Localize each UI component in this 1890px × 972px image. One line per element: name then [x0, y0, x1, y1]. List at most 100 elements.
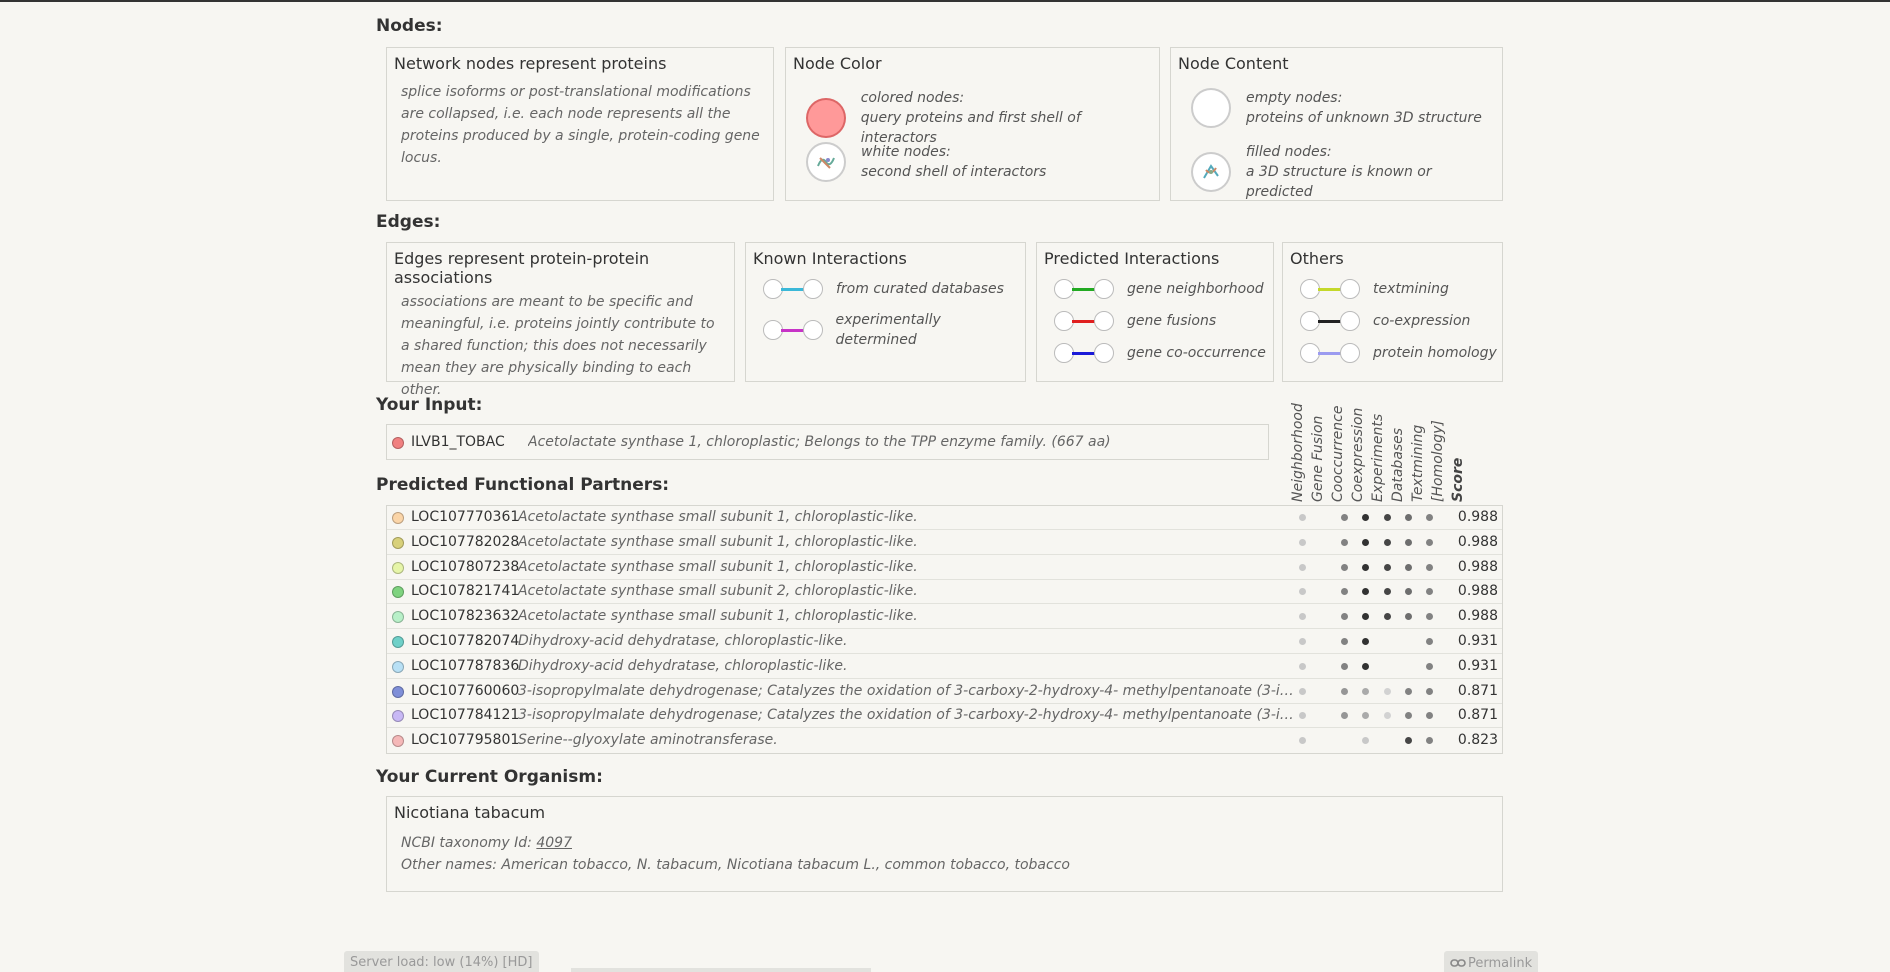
evidence-dot: [1341, 712, 1348, 720]
curated-edge-icon: [763, 278, 823, 300]
partner-row[interactable]: LOC107782028 Acetolactate synthase small …: [387, 531, 1502, 555]
footer-bar: [571, 968, 871, 972]
evidence-dot: [1341, 687, 1348, 695]
partner-score: 0.988: [1457, 509, 1498, 525]
column-header: Textmining: [1410, 424, 1426, 502]
evidence-dot: [1362, 563, 1369, 571]
nodes-info-text: splice isoforms or post-translational mo…: [401, 84, 760, 166]
evidence-dot: [1426, 538, 1433, 546]
partner-score: 0.871: [1457, 682, 1498, 699]
partner-name[interactable]: LOC107770361: [411, 509, 519, 525]
neighborhood-edge-icon: [1054, 278, 1114, 300]
edge-experimentally-determined: experimentally determined: [763, 310, 1025, 350]
other-interactions-title: Others: [1290, 249, 1344, 268]
partner-name[interactable]: LOC107795801: [411, 732, 519, 748]
node-color-colored: colored nodes: query proteins and first …: [806, 88, 1159, 148]
partner-row[interactable]: LOC107807238 Acetolactate synthase small …: [387, 556, 1502, 580]
nodes-info-box: Network nodes represent proteins splice …: [386, 47, 774, 201]
partner-row[interactable]: LOC107795801 Serine--glyoxylate aminotran…: [387, 729, 1502, 753]
edge-curated-databases: from curated databases: [763, 278, 1004, 300]
white-node-icon: [806, 142, 846, 182]
evidence-dot: [1384, 712, 1391, 720]
partner-row[interactable]: LOC107823632 Acetolactate synthase small …: [387, 605, 1502, 630]
evidence-dot: [1362, 613, 1369, 621]
input-protein-row[interactable]: ILVB1_TOBAC Acetolactate synthase 1, chl…: [386, 424, 1269, 460]
experimental-edge-icon: [763, 319, 823, 341]
partner-name[interactable]: LOC107787836: [411, 658, 519, 674]
organism-details: NCBI taxonomy Id: 4097 Other names: Amer…: [387, 822, 1502, 876]
gene-fusions-label: gene fusions: [1127, 313, 1217, 329]
partner-name[interactable]: LOC107760060: [411, 683, 519, 699]
input-protein-name[interactable]: ILVB1_TOBAC: [411, 434, 505, 450]
partner-desc: Acetolactate synthase small subunit 1, c…: [518, 558, 918, 575]
predicted-interactions-box: Predicted Interactions gene neighborhood…: [1036, 242, 1274, 382]
link-icon: [1450, 959, 1466, 967]
homology-edge-icon: [1300, 342, 1360, 364]
partner-row[interactable]: LOC107760060 3-isopropylmalate dehydrogen…: [387, 680, 1502, 704]
evidence-dot: [1299, 638, 1306, 645]
partner-dot: [392, 685, 404, 698]
partner-desc: Acetolactate synthase small subunit 1, c…: [518, 608, 918, 625]
evidence-dot: [1299, 662, 1306, 670]
evidence-dot: [1341, 563, 1348, 571]
evidence-dot: [1362, 662, 1369, 670]
fusion-edge-icon: [1054, 310, 1114, 332]
filled-nodes-desc: a 3D structure is known or predicted: [1245, 164, 1432, 200]
edges-heading: Edges:: [376, 212, 441, 232]
permalink-button[interactable]: Permalink: [1444, 951, 1539, 972]
node-content-filled: filled nodes: a 3D structure is known or…: [1191, 142, 1502, 202]
partner-dot: [392, 735, 404, 748]
partner-row[interactable]: LOC107787836 Dihydroxy-acid dehydratase, …: [387, 655, 1502, 679]
empty-nodes-desc: proteins of unknown 3D structure: [1246, 110, 1482, 126]
partner-row[interactable]: LOC107784121 3-isopropylmalate dehydrogen…: [387, 704, 1502, 729]
evidence-dot: [1405, 538, 1412, 546]
gene-neighborhood-label: gene neighborhood: [1127, 281, 1264, 297]
colored-node-icon: [806, 98, 846, 138]
evidence-dot: [1299, 737, 1306, 745]
partner-name[interactable]: LOC107807238: [411, 559, 519, 575]
partner-score: 0.988: [1457, 533, 1498, 550]
partner-name[interactable]: LOC107784121: [411, 707, 519, 723]
partner-desc: Acetolactate synthase small subunit 1, c…: [518, 533, 918, 550]
nodes-info-title: Network nodes represent proteins: [394, 54, 667, 73]
partner-name[interactable]: LOC107823632: [411, 608, 519, 624]
evidence-dot: [1405, 687, 1412, 695]
partner-score: 0.988: [1457, 608, 1498, 625]
textmining-edge-icon: [1300, 278, 1360, 300]
partner-desc: Dihydroxy-acid dehydratase, chloroplasti…: [518, 633, 848, 649]
edge-gene-fusions: gene fusions: [1054, 310, 1216, 332]
partner-name[interactable]: LOC107782074: [411, 633, 519, 649]
partner-row[interactable]: LOC107821741 Acetolactate synthase small …: [387, 580, 1502, 605]
white-nodes-desc: second shell of interactors: [861, 164, 1047, 180]
evidence-dot: [1426, 662, 1433, 670]
evidence-dot: [1299, 538, 1306, 546]
partner-name[interactable]: LOC107821741: [411, 583, 519, 599]
partner-name[interactable]: LOC107782028: [411, 534, 519, 550]
filled-nodes-label: filled nodes:: [1245, 144, 1332, 160]
known-interactions-box: Known Interactions from curated database…: [745, 242, 1026, 382]
evidence-dot: [1341, 514, 1348, 521]
partner-dot: [392, 660, 404, 673]
evidence-dot: [1299, 588, 1306, 596]
input-protein-desc: Acetolactate synthase 1, chloroplastic; …: [528, 434, 1111, 450]
partners-table: LOC107770361 Acetolactate synthase small …: [386, 505, 1503, 754]
evidence-dot: [1384, 687, 1391, 695]
edge-gene-neighborhood: gene neighborhood: [1054, 278, 1264, 300]
evidence-dot: [1362, 588, 1369, 596]
edge-coexpression: co-expression: [1300, 310, 1470, 332]
partner-row[interactable]: LOC107770361 Acetolactate synthase small …: [387, 506, 1502, 530]
partner-dot: [392, 512, 404, 524]
filled-node-icon: [1191, 152, 1231, 192]
column-header: Score: [1450, 457, 1466, 502]
evidence-dot: [1299, 687, 1306, 695]
evidence-dot: [1405, 613, 1412, 621]
taxid-link[interactable]: 4097: [536, 835, 572, 851]
node-content-empty: empty nodes: proteins of unknown 3D stru…: [1191, 88, 1482, 128]
evidence-dot: [1362, 638, 1369, 645]
evidence-column-headers: Neighborhood Gene Fusion Cooccurrence Coexp…: [1284, 402, 1504, 502]
column-header: Cooccurrence: [1330, 405, 1346, 502]
evidence-dot: [1341, 613, 1348, 621]
input-heading: Your Input:: [376, 395, 483, 415]
partner-row[interactable]: LOC107782074 Dihydroxy-acid dehydratase, …: [387, 630, 1502, 654]
partner-score: 0.988: [1457, 558, 1498, 575]
